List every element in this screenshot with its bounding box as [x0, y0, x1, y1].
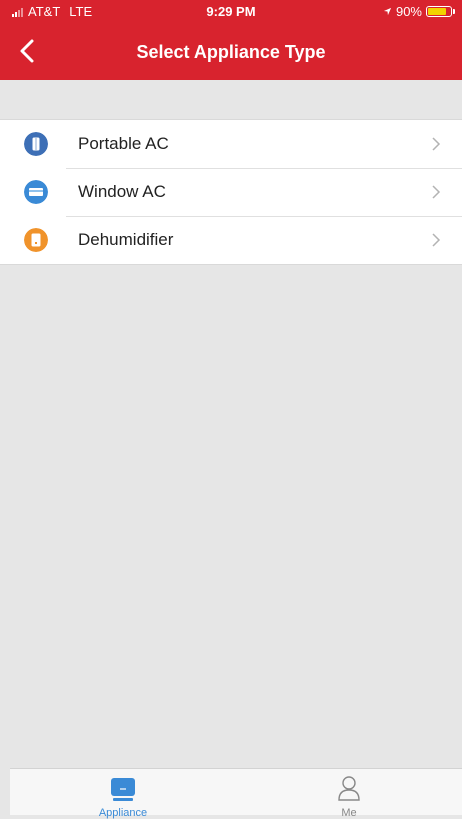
app-header: AT&T LTE 9:29 PM 90% Select Appliance Ty…	[0, 0, 462, 80]
tab-label: Appliance	[98, 807, 148, 819]
portable-ac-icon	[24, 132, 48, 156]
nav-bar: Select Appliance Type	[0, 24, 462, 80]
chevron-right-icon	[432, 137, 441, 151]
appliance-icon	[111, 778, 135, 801]
tab-label: Me	[341, 807, 357, 819]
tab-bar: Appliance Me	[10, 768, 462, 819]
list-item-label: Window AC	[78, 182, 166, 201]
page-title: Select Appliance Type	[136, 42, 326, 62]
location-icon	[383, 7, 392, 16]
status-bar: AT&T LTE 9:29 PM 90%	[0, 0, 462, 24]
status-right: 90%	[383, 4, 455, 19]
list-item-label: Dehumidifier	[78, 230, 174, 249]
chevron-right-icon	[432, 185, 441, 199]
list-item-window-ac[interactable]: Window AC	[0, 168, 462, 216]
list-item-portable-ac[interactable]: Portable AC	[0, 120, 462, 168]
battery-percent: 90%	[395, 4, 422, 19]
dehumidifier-icon	[24, 228, 48, 252]
person-icon	[338, 776, 360, 801]
appliance-list: Portable AC Window AC Dehumidifier	[0, 119, 462, 265]
tab-appliance[interactable]: Appliance	[10, 769, 236, 819]
list-item-label: Portable AC	[78, 134, 169, 153]
list-item-dehumidifier[interactable]: Dehumidifier	[0, 216, 462, 264]
battery-icon	[426, 6, 455, 17]
chevron-right-icon	[432, 233, 441, 247]
tab-me[interactable]: Me	[236, 769, 462, 819]
window-ac-icon	[24, 180, 48, 204]
